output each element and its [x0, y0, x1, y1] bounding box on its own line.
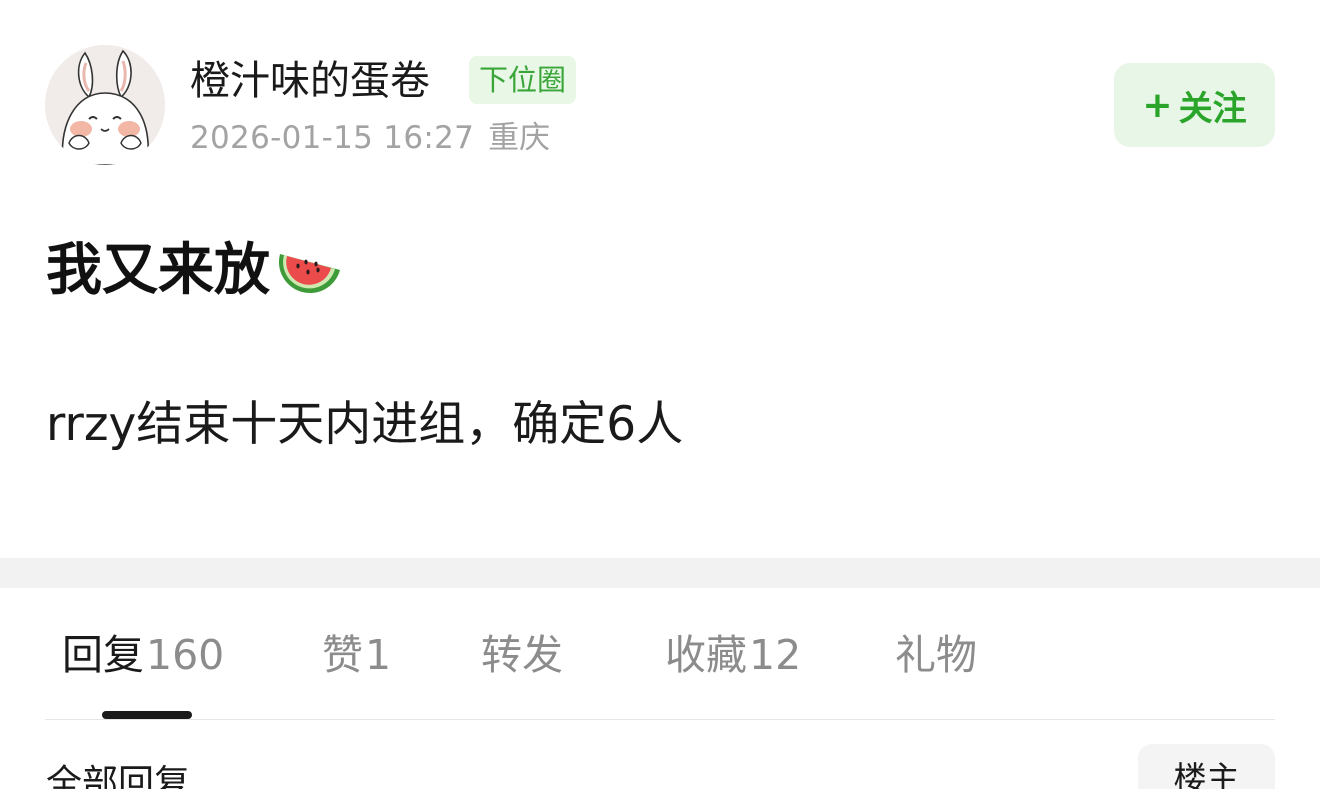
tab-gifts[interactable]: 礼物 — [895, 620, 977, 690]
all-replies-heading: 全部回复 — [46, 763, 191, 789]
post-title-text: 我又来放 — [46, 238, 270, 303]
post-meta: 2026-01-15 16:27 重庆 — [190, 118, 550, 158]
author-name[interactable]: 橙汁味的蛋卷 — [190, 56, 430, 106]
tab-label: 回复 — [62, 631, 144, 679]
tab-count: 160 — [146, 631, 225, 679]
tab-reposts[interactable]: 转发 — [481, 620, 563, 690]
post-body: rrzy结束十天内进组，确定6人 — [46, 397, 684, 452]
tab-label: 礼物 — [895, 631, 977, 679]
bunny-avatar-icon — [45, 45, 165, 165]
tab-divider — [45, 719, 1275, 720]
post-title: 我又来放 — [46, 236, 344, 306]
tab-replies[interactable]: 回复160 — [62, 620, 224, 690]
post-detail-page: 橙汁味的蛋卷 下位圈 2026-01-15 16:27 重庆 + 关注 我又来放 … — [0, 0, 1320, 789]
active-tab-indicator — [102, 711, 192, 719]
tab-label: 转发 — [481, 631, 563, 679]
tab-count: 12 — [749, 631, 802, 679]
watermelon-icon — [278, 254, 340, 294]
section-divider — [0, 558, 1320, 588]
avatar[interactable] — [45, 45, 165, 165]
follow-button[interactable]: + 关注 — [1114, 63, 1275, 147]
tab-label: 赞 — [322, 631, 363, 679]
tab-likes[interactable]: 赞1 — [322, 620, 391, 690]
op-only-filter-button[interactable]: 楼主 — [1138, 744, 1275, 789]
post-location: 重庆 — [488, 120, 551, 156]
tab-count: 1 — [365, 631, 392, 679]
plus-icon: + — [1142, 84, 1173, 126]
post-timestamp: 2026-01-15 16:27 — [190, 120, 475, 156]
tab-label: 收藏 — [665, 631, 747, 679]
interaction-tabs: 回复160 赞1 转发 收藏12 礼物 — [0, 620, 1320, 690]
tab-favorites[interactable]: 收藏12 — [665, 620, 801, 690]
circle-badge[interactable]: 下位圈 — [469, 56, 577, 104]
follow-button-label: 关注 — [1178, 88, 1247, 129]
